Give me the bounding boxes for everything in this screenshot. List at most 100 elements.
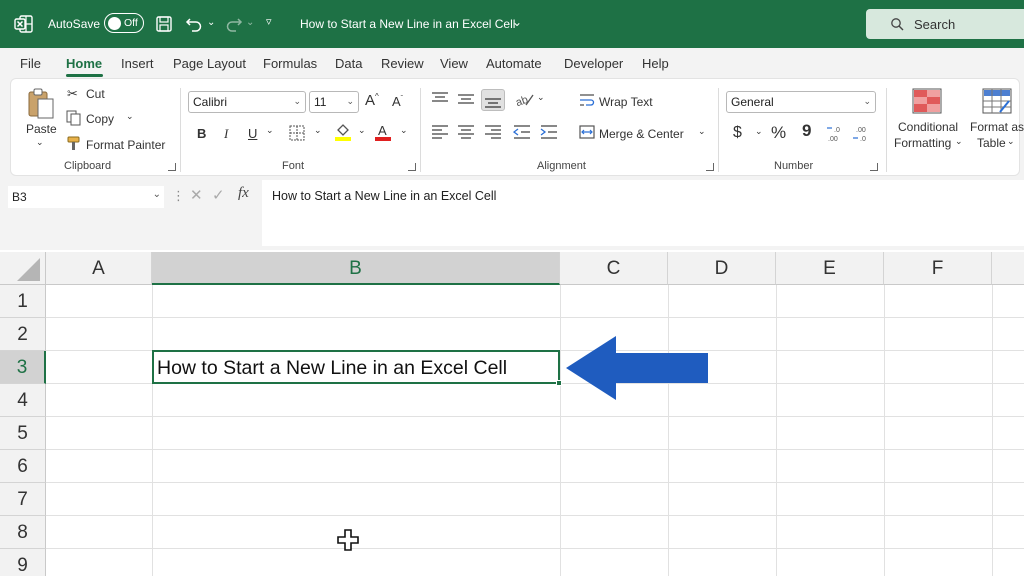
align-left-icon[interactable]	[431, 124, 449, 140]
column-header-a[interactable]: A	[46, 252, 152, 285]
conditional-formatting-icon[interactable]	[912, 88, 942, 114]
borders-dropdown-icon[interactable]: ⌄	[314, 125, 322, 136]
tab-home[interactable]: Home	[66, 56, 102, 71]
font-color-icon[interactable]: A	[374, 122, 392, 142]
tab-review[interactable]: Review	[381, 56, 424, 71]
select-all-corner[interactable]	[0, 252, 46, 285]
merge-center-label[interactable]: Merge & Center	[599, 127, 684, 141]
fill-handle[interactable]	[556, 380, 562, 386]
format-as-table-dropdown-icon[interactable]: ⌄	[1007, 136, 1015, 147]
font-size-select[interactable]: 11 ⌄	[309, 91, 359, 113]
paste-label[interactable]: Paste	[26, 122, 57, 136]
title-dropdown-icon[interactable]: ⌄	[512, 15, 522, 29]
clipboard-launcher-icon[interactable]	[168, 163, 176, 171]
tab-formulas[interactable]: Formulas	[263, 56, 317, 71]
row-header-7[interactable]: 7	[0, 483, 46, 516]
formula-bar-options-icon[interactable]: ⋮	[172, 188, 185, 204]
number-format-select[interactable]: General ⌄	[726, 91, 876, 113]
bottom-align-button[interactable]	[481, 89, 505, 111]
bold-button[interactable]: B	[197, 126, 206, 141]
increase-font-size-icon[interactable]: A^	[365, 92, 379, 109]
alignment-launcher-icon[interactable]	[706, 163, 714, 171]
confirm-entry-icon[interactable]: ✓	[212, 186, 225, 204]
copy-label[interactable]: Copy	[86, 112, 114, 126]
font-name-select[interactable]: Calibri ⌄	[188, 91, 306, 113]
tab-data[interactable]: Data	[335, 56, 362, 71]
row-header-6[interactable]: 6	[0, 450, 46, 483]
italic-button[interactable]: I	[224, 126, 228, 142]
row-header-5[interactable]: 5	[0, 417, 46, 450]
tab-page-layout[interactable]: Page Layout	[173, 56, 246, 71]
increase-indent-icon[interactable]	[540, 124, 558, 140]
format-as-table-icon[interactable]	[982, 88, 1012, 114]
merge-center-icon[interactable]	[579, 124, 595, 140]
name-box[interactable]: B3 ⌄	[8, 186, 164, 208]
conditional-formatting-label-1[interactable]: Conditional	[898, 120, 958, 134]
insert-function-icon[interactable]: fx	[238, 185, 249, 202]
redo-icon[interactable]	[224, 14, 244, 34]
tab-file[interactable]: File	[20, 56, 41, 71]
increase-decimal-icon[interactable]: .0 .00	[826, 124, 846, 142]
fill-color-dropdown-icon[interactable]: ⌄	[358, 125, 366, 136]
column-header-c[interactable]: C	[560, 252, 668, 285]
save-icon[interactable]	[154, 14, 174, 34]
cell-b3[interactable]: How to Start a New Line in an Excel Cell	[152, 350, 560, 384]
currency-dropdown-icon[interactable]: ⌄	[755, 126, 763, 137]
align-right-icon[interactable]	[484, 124, 502, 140]
column-header-d[interactable]: D	[668, 252, 776, 285]
tab-automate[interactable]: Automate	[486, 56, 542, 71]
decrease-decimal-icon[interactable]: .00 .0	[852, 124, 872, 142]
row-header-1[interactable]: 1	[0, 285, 46, 318]
paste-icon[interactable]	[26, 86, 56, 120]
search-box[interactable]: Search	[866, 9, 1024, 39]
customize-quick-access-icon[interactable]: ▿	[266, 15, 272, 28]
column-header-g[interactable]	[992, 252, 1024, 285]
conditional-formatting-label-2[interactable]: Formatting	[894, 136, 951, 150]
percent-button[interactable]: %	[771, 123, 786, 143]
row-header-9[interactable]: 9	[0, 549, 46, 576]
row-header-4[interactable]: 4	[0, 384, 46, 417]
format-painter-icon[interactable]	[66, 135, 82, 151]
row-header-2[interactable]: 2	[0, 318, 46, 351]
column-header-f[interactable]: F	[884, 252, 992, 285]
tab-help[interactable]: Help	[642, 56, 669, 71]
currency-button[interactable]: $	[733, 124, 742, 142]
wrap-text-label[interactable]: Wrap Text	[599, 95, 653, 109]
format-as-table-label-2[interactable]: Table	[977, 136, 1006, 150]
format-as-table-label-1[interactable]: Format as	[970, 120, 1024, 134]
copy-icon[interactable]	[66, 110, 82, 126]
undo-icon[interactable]	[184, 14, 204, 34]
orientation-icon[interactable]: ab	[515, 91, 535, 107]
underline-button[interactable]: U	[248, 126, 257, 141]
paste-dropdown-icon[interactable]: ⌄	[36, 137, 44, 148]
font-launcher-icon[interactable]	[408, 163, 416, 171]
column-header-e[interactable]: E	[776, 252, 884, 285]
tab-developer[interactable]: Developer	[564, 56, 623, 71]
borders-icon[interactable]	[289, 125, 305, 141]
conditional-formatting-dropdown-icon[interactable]: ⌄	[955, 136, 963, 147]
middle-align-icon[interactable]	[457, 91, 475, 107]
column-header-b[interactable]: B	[152, 252, 560, 285]
tab-view[interactable]: View	[440, 56, 468, 71]
autosave-toggle[interactable]: Off	[104, 13, 144, 33]
merge-center-dropdown-icon[interactable]: ⌄	[698, 126, 706, 137]
row-header-3[interactable]: 3	[0, 351, 46, 384]
orientation-dropdown-icon[interactable]: ⌄	[537, 92, 545, 103]
decrease-indent-icon[interactable]	[513, 124, 531, 140]
copy-dropdown-icon[interactable]: ⌄	[126, 111, 134, 122]
redo-dropdown-icon[interactable]: ⌄	[246, 17, 254, 28]
decrease-font-size-icon[interactable]: Aˇ	[392, 94, 403, 109]
undo-dropdown-icon[interactable]: ⌄	[207, 17, 215, 28]
font-color-dropdown-icon[interactable]: ⌄	[400, 125, 408, 136]
top-align-icon[interactable]	[431, 91, 449, 107]
cancel-entry-icon[interactable]: ✕	[190, 186, 203, 204]
tab-insert[interactable]: Insert	[121, 56, 154, 71]
formula-input[interactable]: How to Start a New Line in an Excel Cell	[262, 180, 1024, 246]
format-painter-label[interactable]: Format Painter	[86, 138, 165, 152]
document-title[interactable]: How to Start a New Line in an Excel Cell	[300, 17, 515, 31]
underline-dropdown-icon[interactable]: ⌄	[266, 125, 274, 136]
align-center-icon[interactable]	[457, 124, 475, 140]
row-header-8[interactable]: 8	[0, 516, 46, 549]
wrap-text-icon[interactable]	[579, 92, 595, 108]
fill-color-icon[interactable]	[334, 122, 352, 142]
